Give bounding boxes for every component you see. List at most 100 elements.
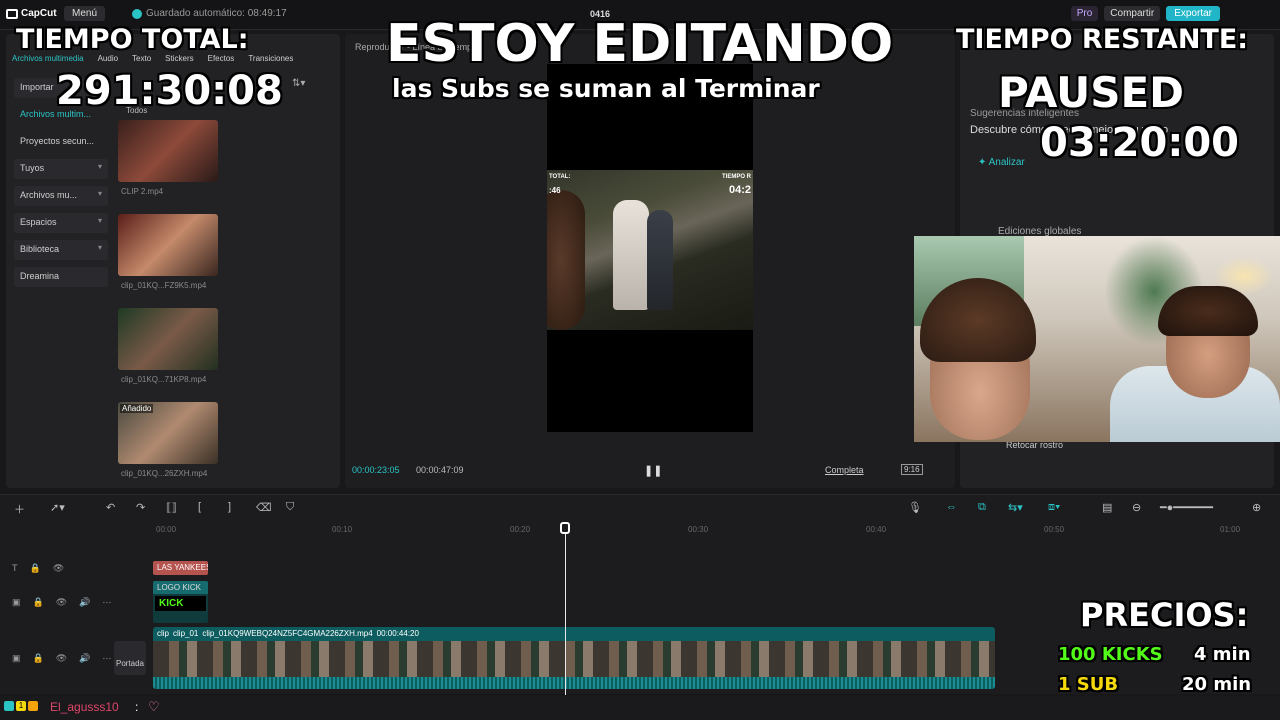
preview-total-value: :46 (549, 186, 561, 195)
sidebar-item-spaces[interactable]: Espacios ▾ (14, 213, 108, 233)
full-view-button[interactable]: Completa (825, 465, 864, 475)
more-icon[interactable]: ⋯ (102, 597, 111, 608)
aspect-ratio-button[interactable]: 9:16 (901, 464, 923, 475)
preview-remaining-label: TIEMPO R (721, 174, 751, 180)
overlay-total-label: TIEMPO TOTAL: (16, 24, 249, 55)
preview-axis-icon[interactable]: ⧈▾ (1048, 501, 1060, 514)
chevron-down-icon: ▾ (97, 216, 102, 225)
audio-waveform (153, 677, 995, 689)
pause-icon[interactable]: ❚❚ (644, 464, 662, 477)
analyze-label: Analizar (988, 157, 1025, 168)
overlay-track-controls: ▣ 🔒 👁 🔊 ⋯ (12, 597, 111, 608)
chevron-down-icon: ▾ (97, 189, 102, 198)
sidebar-item-dreamina[interactable]: Dreamina (14, 267, 108, 287)
video-preview[interactable]: TOTAL: :46 TIEMPO R 04:2 (547, 64, 753, 432)
export-button[interactable]: Exportar (1166, 6, 1220, 21)
more-icon[interactable]: ⋯ (102, 653, 111, 664)
lock-icon[interactable]: 🔒 (33, 597, 44, 608)
zoom-in-icon[interactable]: ⊕ (1252, 501, 1261, 514)
tab-effects[interactable]: Efectos (208, 54, 235, 64)
preview-person (647, 210, 673, 310)
sidebar-item-secondary-projects[interactable]: Proyectos secun... (14, 132, 108, 152)
preview-person-hair (547, 190, 585, 330)
media-filename: clip_01KQ...26ZXH.mp4 (121, 469, 208, 478)
tab-audio[interactable]: Audio (98, 54, 118, 64)
chat-username[interactable]: El_agusss10 (50, 700, 119, 714)
menu-button[interactable]: Menú (64, 6, 106, 21)
sidebar-item-library[interactable]: Biblioteca ▾ (14, 240, 108, 260)
overlay-status: PAUSED (998, 68, 1185, 117)
media-thumbnail[interactable] (118, 214, 218, 276)
text-clip[interactable]: LAS YANKEES (153, 561, 208, 575)
main-video-clip[interactable]: clip clip_01 clip_01KQ9WEBQ24NZ5FC4GMA22… (153, 627, 995, 689)
preview-person (613, 200, 649, 310)
select-tool-icon[interactable]: ➚▾ (50, 501, 65, 514)
player-controls: 00:00:23:05 00:00:47:09 ❚❚ Completa 9:16 (345, 462, 955, 482)
filter-icon[interactable]: ⇅▾ (292, 78, 305, 89)
ruler-tick: 00:00 (156, 525, 177, 534)
media-filename: CLIP 2.mp4 (121, 187, 164, 196)
time-ruler: 00:00 00:10 00:20 00:30 00:40 00:50 01:0… (150, 525, 1280, 539)
check-icon (132, 8, 142, 19)
eye-icon[interactable]: 👁 (56, 653, 67, 664)
media-grid: CLIP 2.mp4 clip_01KQ...FZ9K5.mp4 clip_01… (118, 120, 228, 496)
sparkle-icon: ✦ (978, 157, 989, 168)
shield-icon[interactable]: ⛉ (286, 501, 294, 514)
subtitle-icon[interactable]: ▤ (1102, 501, 1112, 514)
lock-icon[interactable]: 🔒 (33, 653, 44, 664)
tab-text[interactable]: Texto (132, 54, 151, 64)
undo-icon[interactable]: ↶ (106, 501, 115, 514)
trim-left-icon[interactable]: [ (198, 501, 201, 513)
playhead-handle[interactable] (560, 522, 570, 534)
tab-stickers[interactable]: Stickers (165, 54, 193, 64)
delete-icon[interactable]: ⌫ (256, 501, 272, 514)
media-thumbnail[interactable]: Añadido (118, 402, 218, 464)
zoom-out-icon[interactable]: ⊖ (1132, 501, 1141, 514)
chat-badges: 1 (4, 701, 38, 711)
media-thumbnail[interactable] (118, 308, 218, 370)
capcut-logo: CapCut (6, 8, 57, 19)
speaker-icon[interactable]: 🔊 (79, 597, 90, 608)
analyze-button[interactable]: ✦ Analizar (978, 157, 1025, 168)
tab-transitions[interactable]: Transiciones (248, 54, 293, 64)
sidebar-item-media-2[interactable]: Archivos mu... ▾ (14, 186, 108, 206)
webcam-feed (914, 236, 1280, 442)
redo-icon[interactable]: ↷ (136, 501, 145, 514)
link-icon[interactable]: ⇔ (946, 501, 957, 513)
trim-right-icon[interactable]: ] (228, 501, 231, 513)
microphone-icon[interactable]: 🎙 (908, 501, 922, 514)
media-filename: clip_01KQ...FZ9K5.mp4 (121, 281, 207, 290)
cover-button[interactable]: Portada (114, 641, 146, 675)
current-timecode: 00:00:23:05 (352, 465, 400, 475)
snap-icon[interactable]: ⇆▾ (1008, 501, 1023, 514)
eye-icon[interactable]: 👁 (53, 563, 64, 574)
sidebar-label: Biblioteca (20, 244, 60, 254)
media-thumbnail[interactable] (118, 120, 218, 182)
sidebar-item-yours[interactable]: Tuyos ▾ (14, 159, 108, 179)
timeline-toolbar: ＋ ➚▾ ↶ ↷ ⟦⟧ [ ] ⌫ ⛉ 🎙 ⇔ ⧉ ⇆▾ ⧈▾ ▤ ⊖ ━●━━… (0, 495, 1280, 523)
zoom-slider[interactable]: ━●━━━━━━ (1160, 501, 1213, 514)
ruler-tick: 01:00 (1220, 525, 1241, 534)
pro-button[interactable]: Pro (1070, 6, 1099, 21)
add-icon[interactable]: ＋ (14, 501, 25, 517)
tab-media[interactable]: Archivos multimedia (12, 54, 84, 64)
lock-icon[interactable]: 🔒 (30, 563, 41, 574)
speaker-icon[interactable]: 🔊 (79, 653, 90, 664)
overlay-headline: ESTOY EDITANDO (386, 14, 894, 74)
eye-icon[interactable]: 👁 (56, 597, 67, 608)
split-icon[interactable]: ⟦⟧ (166, 501, 177, 514)
capcut-logo-icon (6, 8, 18, 19)
ruler-tick: 00:30 (688, 525, 709, 534)
logo-clip-label: LOGO KICK (153, 581, 208, 594)
sidebar-label: Espacios (20, 217, 57, 227)
sidebar-label: Tuyos (20, 163, 45, 173)
magnet-icon[interactable]: ⧉ (978, 501, 986, 514)
playhead-line[interactable] (565, 523, 566, 695)
share-button[interactable]: Compartir (1104, 6, 1161, 21)
crown-badge-icon (28, 701, 38, 711)
overlay-remaining-label: TIEMPO RESTANTE: (956, 24, 1249, 55)
price-time: 20 min (1182, 674, 1252, 695)
chevron-down-icon: ▾ (97, 162, 102, 171)
logo-clip[interactable]: LOGO KICK KICK (153, 581, 208, 623)
moderator-badge-icon (4, 701, 14, 711)
